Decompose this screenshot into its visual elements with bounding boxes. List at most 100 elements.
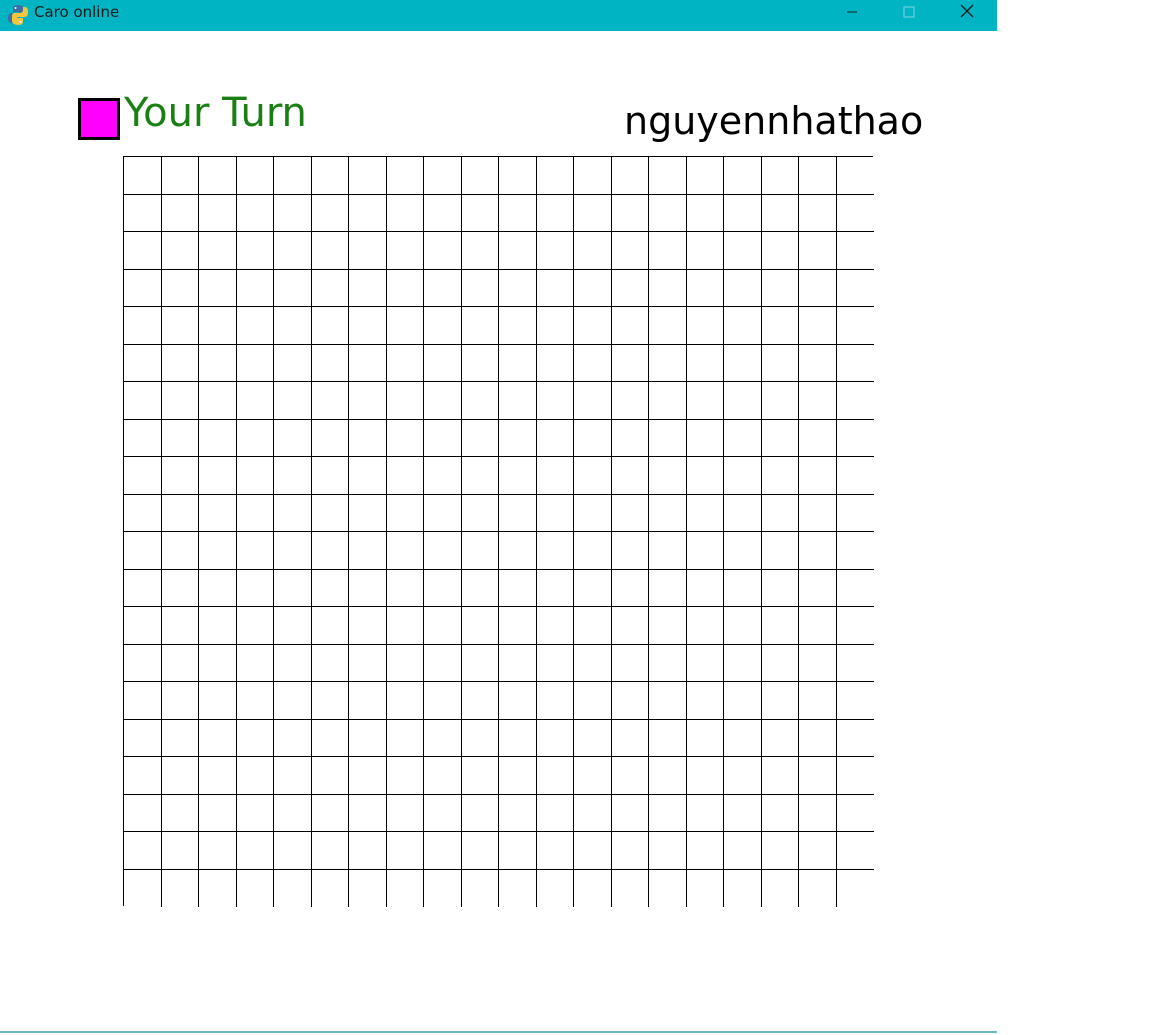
board-cell[interactable] [349,832,387,870]
minimize-button[interactable] [829,0,875,24]
board-cell[interactable] [311,494,349,532]
board-cell[interactable] [386,719,424,757]
board-cell[interactable] [236,719,274,757]
board-cell[interactable] [311,794,349,832]
board-cell[interactable] [236,419,274,457]
board-cell[interactable] [649,307,687,345]
board-cell[interactable] [724,757,762,795]
board-cell[interactable] [199,307,237,345]
board-cell[interactable] [311,607,349,645]
board-cell[interactable] [574,232,612,270]
board-cell[interactable] [311,869,349,907]
board-cell[interactable] [799,832,837,870]
board-cell[interactable] [349,457,387,495]
board-cell[interactable] [236,607,274,645]
board-cell[interactable] [836,419,874,457]
board-cell[interactable] [461,832,499,870]
board-cell[interactable] [836,569,874,607]
board-cell[interactable] [686,832,724,870]
board-cell[interactable] [499,569,537,607]
board-cell[interactable] [761,719,799,757]
board-cell[interactable] [611,269,649,307]
board-cell[interactable] [199,494,237,532]
board-cell[interactable] [124,269,162,307]
board-cell[interactable] [161,682,199,720]
board-cell[interactable] [349,194,387,232]
board-cell[interactable] [461,307,499,345]
board-cell[interactable] [536,869,574,907]
board-cell[interactable] [799,532,837,570]
board-cell[interactable] [349,232,387,270]
board-cell[interactable] [499,832,537,870]
board-cell[interactable] [574,607,612,645]
board-cell[interactable] [424,232,462,270]
board-cell[interactable] [386,569,424,607]
board-cell[interactable] [686,532,724,570]
board-cell[interactable] [574,757,612,795]
board-cell[interactable] [574,194,612,232]
board-cell[interactable] [649,832,687,870]
board-cell[interactable] [611,832,649,870]
board-cell[interactable] [124,719,162,757]
board-cell[interactable] [761,607,799,645]
board-cell[interactable] [386,307,424,345]
board-cell[interactable] [761,757,799,795]
board-cell[interactable] [386,644,424,682]
board-cell[interactable] [836,344,874,382]
board-cell[interactable] [199,719,237,757]
board-cell[interactable] [499,157,537,195]
board-cell[interactable] [349,869,387,907]
board-cell[interactable] [199,757,237,795]
board-cell[interactable] [124,307,162,345]
board-cell[interactable] [799,569,837,607]
board-cell[interactable] [386,232,424,270]
board-cell[interactable] [161,457,199,495]
board-cell[interactable] [724,344,762,382]
board-cell[interactable] [349,607,387,645]
board-cell[interactable] [124,157,162,195]
board-cell[interactable] [461,869,499,907]
board-cell[interactable] [274,719,312,757]
board-cell[interactable] [799,869,837,907]
board-cell[interactable] [424,382,462,420]
maximize-button[interactable] [886,0,932,24]
board-cell[interactable] [349,644,387,682]
board-cell[interactable] [574,532,612,570]
board-cell[interactable] [799,682,837,720]
board-cell[interactable] [761,419,799,457]
board-cell[interactable] [424,644,462,682]
board-cell[interactable] [686,157,724,195]
board-cell[interactable] [724,494,762,532]
board-cell[interactable] [761,307,799,345]
board-cell[interactable] [424,832,462,870]
board-cell[interactable] [424,457,462,495]
board-cell[interactable] [236,344,274,382]
board-cell[interactable] [836,532,874,570]
board-cell[interactable] [161,419,199,457]
board-cell[interactable] [574,569,612,607]
board-cell[interactable] [761,794,799,832]
board-cell[interactable] [724,532,762,570]
board-cell[interactable] [424,682,462,720]
board-cell[interactable] [499,419,537,457]
board-cell[interactable] [536,719,574,757]
board-cell[interactable] [386,382,424,420]
board-cell[interactable] [536,794,574,832]
board-cell[interactable] [236,757,274,795]
board-cell[interactable] [799,794,837,832]
board-cell[interactable] [649,569,687,607]
board-cell[interactable] [686,607,724,645]
board-cell[interactable] [236,794,274,832]
board-cell[interactable] [424,794,462,832]
board-cell[interactable] [611,794,649,832]
board-cell[interactable] [499,269,537,307]
board-cell[interactable] [761,194,799,232]
board-cell[interactable] [311,344,349,382]
board-cell[interactable] [836,607,874,645]
board-cell[interactable] [161,157,199,195]
board-cell[interactable] [611,307,649,345]
board-cell[interactable] [124,194,162,232]
board-cell[interactable] [349,794,387,832]
board-cell[interactable] [649,644,687,682]
board-cell[interactable] [199,419,237,457]
